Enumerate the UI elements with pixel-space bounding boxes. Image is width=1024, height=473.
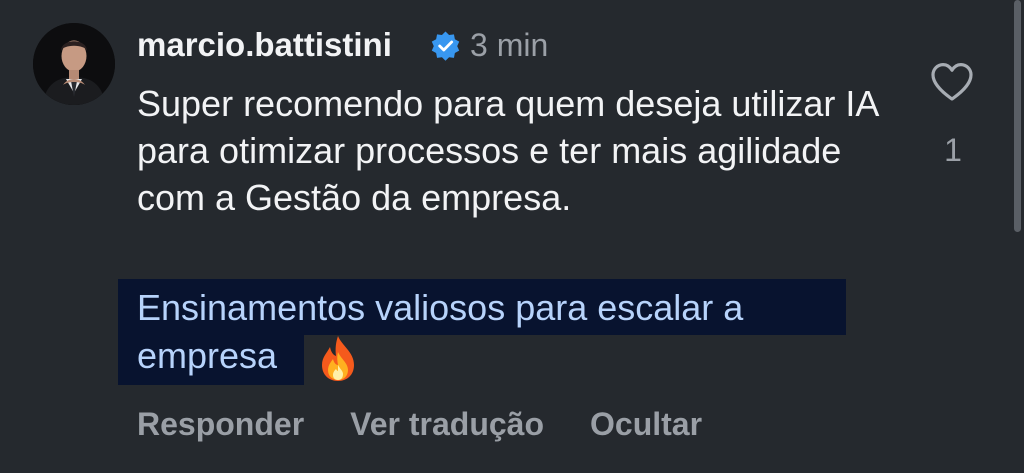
scrollbar[interactable]	[1012, 0, 1024, 473]
see-translation-button[interactable]: Ver tradução	[350, 402, 544, 446]
fire-emoji-icon	[322, 336, 354, 381]
comment-actions: Responder Ver tradução Ocultar	[137, 402, 702, 446]
comment-timestamp: 3 min	[470, 27, 549, 63]
heart-outline-icon[interactable]	[929, 60, 975, 104]
avatar[interactable]	[33, 23, 115, 105]
translated-text: Ensinamentos valiosos para escalar a emp…	[137, 287, 744, 376]
comment-panel: marcio.battistini 3 min Super recomendo …	[0, 0, 1024, 473]
comment-text: Super recomendo para quem deseja utiliza…	[137, 83, 878, 218]
reply-button[interactable]: Responder	[137, 402, 304, 446]
username[interactable]: marcio.battistini	[137, 26, 392, 64]
scrollbar-thumb[interactable]	[1014, 0, 1021, 232]
verified-badge-icon	[431, 31, 460, 61]
hide-button[interactable]: Ocultar	[590, 402, 702, 446]
like-count: 1	[944, 132, 962, 168]
